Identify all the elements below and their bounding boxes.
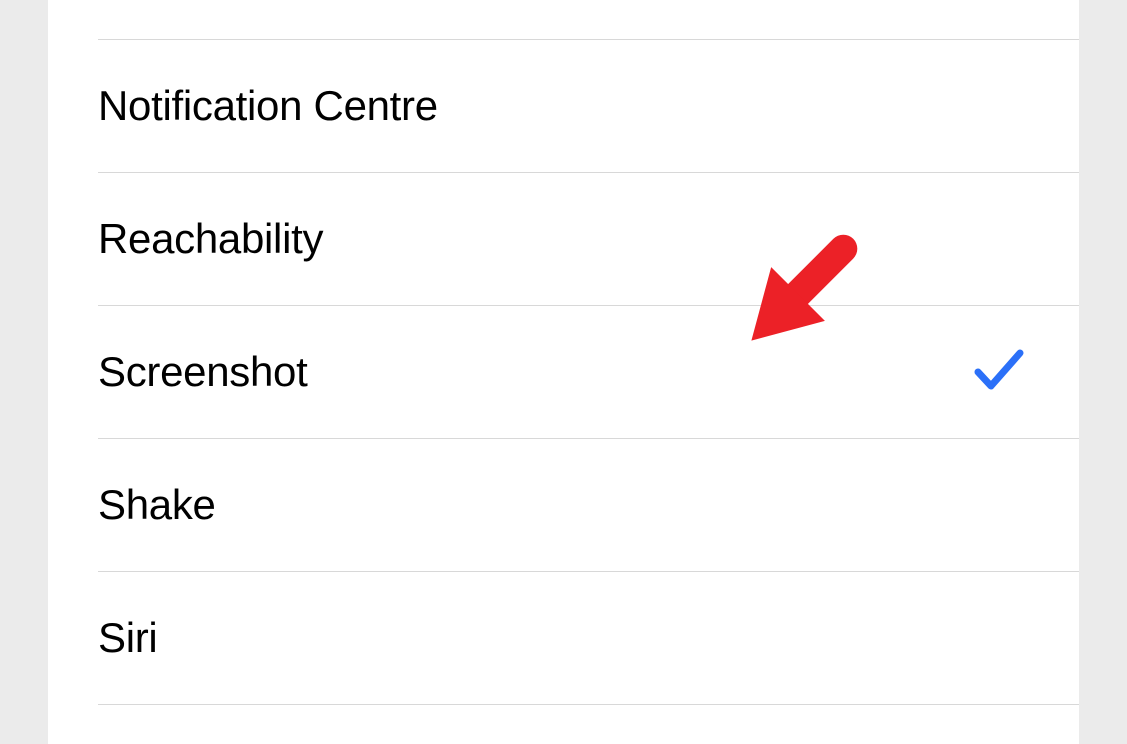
settings-panel: Notification Centre Reachability Screens… [48,0,1079,744]
list-item-screenshot[interactable]: Screenshot [98,306,1079,439]
list-item-shake[interactable]: Shake [98,439,1079,572]
list-item-reachability[interactable]: Reachability [98,173,1079,306]
settings-list: Notification Centre Reachability Screens… [48,0,1079,705]
list-item-prior[interactable] [98,0,1079,40]
list-item-siri[interactable]: Siri [98,572,1079,705]
list-item-notification-centre[interactable]: Notification Centre [98,40,1079,173]
list-item-label: Shake [98,481,216,529]
list-item-label: Notification Centre [98,82,438,130]
list-item-label: Screenshot [98,348,307,396]
checkmark-icon [974,346,1024,399]
list-item-label: Siri [98,614,157,662]
list-item-label: Reachability [98,215,323,263]
